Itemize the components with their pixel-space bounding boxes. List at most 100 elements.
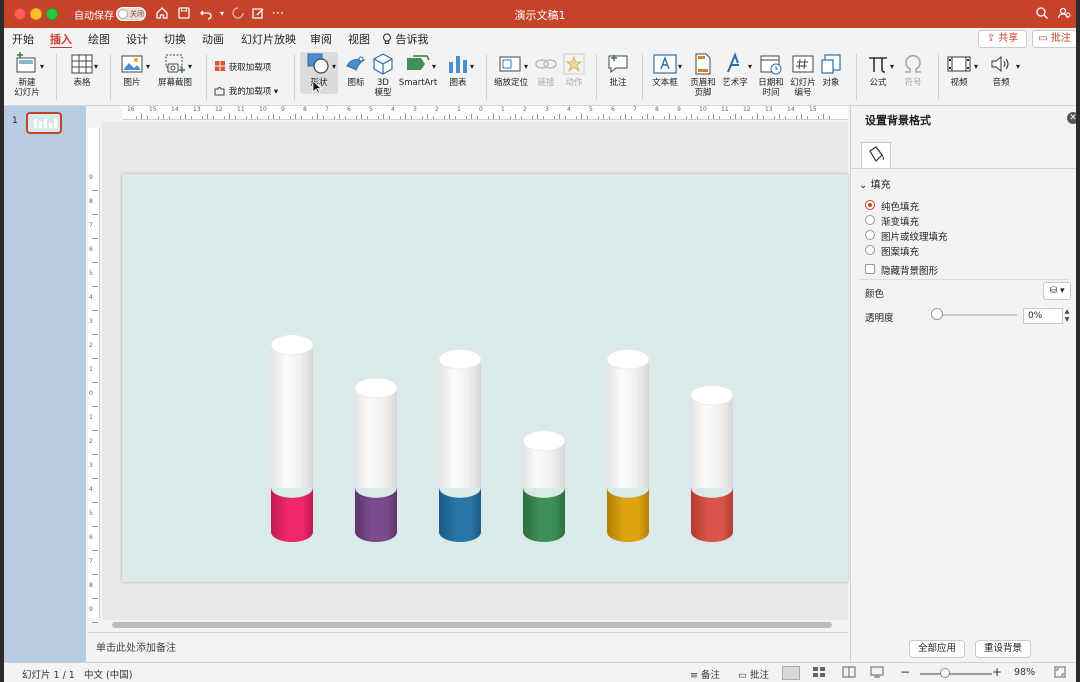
search-icon[interactable] <box>1034 6 1050 22</box>
3d-models-button[interactable]: 3D 模型 <box>370 52 396 98</box>
zoom-out-button[interactable]: − <box>900 665 910 679</box>
video-dropdown-icon[interactable]: ▾ <box>974 62 978 71</box>
transparency-stepper[interactable]: ▲ ▼ <box>1063 308 1071 324</box>
picture-icon <box>121 55 143 73</box>
header-footer-button[interactable]: 页眉和 页脚 <box>688 52 718 98</box>
smartart-dropdown-icon[interactable]: ▾ <box>432 62 436 71</box>
tab-slideshow[interactable]: 幻灯片放映 <box>241 31 296 47</box>
ruler-tick <box>377 116 379 119</box>
my-addins-button[interactable]: 我的加载项 ▾ <box>214 84 278 97</box>
notes-pane[interactable]: 单击此处添加备注 <box>88 632 848 662</box>
chart-icon <box>449 56 467 73</box>
transparency-slider-track[interactable] <box>937 314 1017 316</box>
tab-view[interactable]: 视图 <box>348 31 370 47</box>
slideshow-icon[interactable] <box>870 666 888 680</box>
cylinder-4[interactable] <box>522 430 566 542</box>
equation-button[interactable]: 公式 <box>864 52 892 88</box>
zoom-icon <box>499 56 521 72</box>
share-button[interactable]: ⇪ 共享 <box>978 30 1027 48</box>
horizontal-scrollbar[interactable] <box>112 622 832 628</box>
zoom-slider[interactable] <box>940 668 950 678</box>
normal-view-icon[interactable] <box>782 666 800 680</box>
wordart-button[interactable]: 艺术字 <box>720 52 750 88</box>
account-icon[interactable] <box>1056 6 1072 22</box>
color-picker-button[interactable]: ⛁ ▾ <box>1043 282 1071 300</box>
audio-dropdown-icon[interactable]: ▾ <box>1016 62 1020 71</box>
thumb-bar <box>49 123 52 128</box>
pattern-fill-radio[interactable] <box>865 245 875 255</box>
new-slide-dropdown-icon[interactable]: ▾ <box>40 62 44 71</box>
zoom-dropdown-icon[interactable]: ▾ <box>524 62 528 71</box>
link-button[interactable]: 链接 <box>534 52 558 88</box>
audio-button[interactable]: 音频 <box>986 52 1016 88</box>
ruler-tick <box>487 116 489 119</box>
notes-toggle[interactable]: ≡ 备注 <box>690 667 720 681</box>
reset-background-button[interactable]: 重设背景 <box>975 640 1031 658</box>
tab-draw[interactable]: 绘图 <box>88 31 110 47</box>
picture-dropdown-icon[interactable]: ▾ <box>146 62 150 71</box>
icons-button[interactable]: 图标 <box>342 52 370 88</box>
chart-dropdown-icon[interactable]: ▾ <box>470 62 474 71</box>
comments-button[interactable]: ▭ 批注 <box>1032 30 1076 48</box>
textbox-button[interactable]: 文本框 <box>648 52 682 88</box>
zoom-level[interactable]: 98% <box>1014 667 1035 678</box>
fit-to-window-icon[interactable] <box>1054 666 1072 680</box>
zoom-slider-track[interactable] <box>920 673 992 675</box>
picture-fill-radio[interactable] <box>865 230 875 240</box>
cylinder-6[interactable] <box>690 384 734 542</box>
chart-button[interactable]: 图表 <box>444 52 472 88</box>
get-addins-label: 获取加载项 <box>228 63 272 73</box>
ruler-number: 7 <box>89 558 93 565</box>
object-button[interactable]: 对象 <box>818 52 844 88</box>
tab-animations[interactable]: 动画 <box>202 31 224 47</box>
equation-dropdown-icon[interactable]: ▾ <box>890 62 894 71</box>
cylinder-3[interactable] <box>438 348 482 542</box>
tab-home[interactable]: 开始 <box>12 31 34 47</box>
tab-design[interactable]: 设计 <box>126 31 148 47</box>
wordart-icon <box>727 52 739 73</box>
action-button[interactable]: 动作 <box>562 52 586 88</box>
screenshot-dropdown-icon[interactable]: ▾ <box>188 62 192 71</box>
language-indicator[interactable]: 中文 (中国) <box>84 667 132 681</box>
close-pane-button[interactable]: ✕ <box>1067 112 1076 124</box>
tell-me-box[interactable]: 告诉我 <box>382 31 429 47</box>
solid-fill-radio[interactable] <box>865 200 875 210</box>
reading-view-icon[interactable] <box>842 666 860 680</box>
zoom-in-button[interactable]: + <box>992 665 1002 679</box>
comments-toggle[interactable]: ▭ 批注 <box>738 667 769 681</box>
textbox-dropdown-icon[interactable]: ▾ <box>678 62 682 71</box>
new-slide-button[interactable]: 新建 幻灯片 <box>10 52 44 98</box>
get-addins-button[interactable]: 获取加载项 <box>214 60 271 73</box>
table-icon <box>71 54 93 74</box>
tab-review[interactable]: 审阅 <box>310 31 332 47</box>
date-time-button[interactable]: 日期和 时间 <box>756 52 786 98</box>
hide-bg-graphics-checkbox[interactable] <box>865 264 875 274</box>
gradient-fill-radio[interactable] <box>865 215 875 225</box>
picture-button[interactable]: 图片 <box>118 52 146 88</box>
table-dropdown-icon[interactable]: ▾ <box>94 62 98 71</box>
slide[interactable] <box>122 174 848 582</box>
apply-all-button[interactable]: 全部应用 <box>909 640 965 658</box>
transparency-input[interactable]: 0% <box>1023 308 1063 324</box>
cylinder-2[interactable] <box>354 377 398 542</box>
transparency-slider[interactable] <box>931 308 943 320</box>
tab-insert[interactable]: 插入 <box>50 31 72 49</box>
cylinder-5[interactable] <box>606 348 650 542</box>
tab-transitions[interactable]: 切换 <box>164 31 186 47</box>
ruler-tick <box>542 116 544 119</box>
cylinder-body <box>691 395 733 488</box>
wordart-dropdown-icon[interactable]: ▾ <box>748 62 752 71</box>
slide-thumbnail[interactable] <box>26 112 62 134</box>
insert-comment-button[interactable]: 批注 <box>604 52 632 88</box>
video-button[interactable]: 视频 <box>944 52 974 88</box>
ruler-tick <box>92 286 98 287</box>
fill-tab[interactable] <box>861 142 891 168</box>
symbol-button[interactable]: 符号 <box>900 52 926 88</box>
fill-section-header[interactable]: ⌄ 填充 <box>859 176 891 191</box>
cylinder-1[interactable] <box>270 334 314 542</box>
slide-number-button[interactable]: 幻灯片 编号 <box>788 52 818 98</box>
thumb-bar <box>34 119 37 128</box>
slide-sorter-icon[interactable] <box>812 666 830 680</box>
ruler-tick <box>245 116 247 119</box>
shapes-dropdown-icon[interactable]: ▾ <box>332 62 336 71</box>
